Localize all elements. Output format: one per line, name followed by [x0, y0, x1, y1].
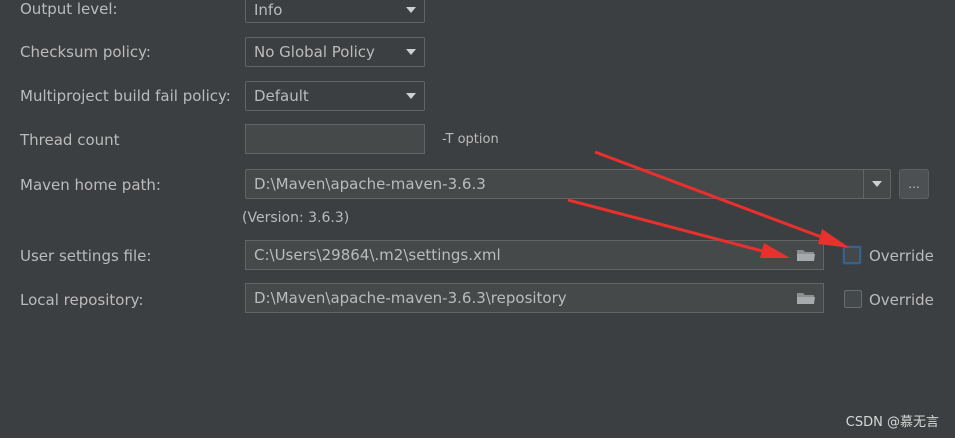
- user-settings-override-label[interactable]: Override: [869, 247, 934, 265]
- chevron-down-icon: [398, 82, 424, 110]
- checksum-policy-label: Checksum policy:: [20, 43, 151, 61]
- maven-version-text: (Version: 3.6.3): [242, 210, 350, 226]
- thread-count-hint: -T option: [442, 132, 499, 147]
- annotation-arrows: [567, 150, 850, 258]
- checksum-policy-value: No Global Policy: [254, 43, 375, 61]
- local-repository-value: D:\Maven\apache-maven-3.6.3\repository: [254, 289, 567, 307]
- checksum-policy-dropdown[interactable]: No Global Policy: [245, 37, 425, 67]
- multiproject-policy-value: Default: [254, 87, 309, 105]
- user-settings-override-checkbox[interactable]: [843, 246, 861, 264]
- maven-home-value: D:\Maven\apache-maven-3.6.3: [254, 175, 486, 193]
- thread-count-label: Thread count: [20, 131, 120, 149]
- user-settings-value: C:\Users\29864\.m2\settings.xml: [254, 246, 501, 264]
- thread-count-input[interactable]: [245, 124, 425, 154]
- local-repository-field[interactable]: D:\Maven\apache-maven-3.6.3\repository: [245, 283, 824, 313]
- maven-home-combobox[interactable]: D:\Maven\apache-maven-3.6.3: [245, 169, 891, 199]
- chevron-down-icon: [398, 38, 424, 66]
- folder-icon[interactable]: [789, 284, 823, 312]
- user-settings-field[interactable]: C:\Users\29864\.m2\settings.xml: [245, 240, 824, 270]
- local-repository-override-checkbox[interactable]: [844, 290, 862, 308]
- maven-settings-panel: Output level: Info Checksum policy: No G…: [0, 0, 955, 438]
- output-level-label: Output level:: [20, 0, 118, 18]
- folder-icon[interactable]: [789, 241, 823, 269]
- local-repository-override-label[interactable]: Override: [869, 291, 934, 309]
- multiproject-policy-label: Multiproject build fail policy:: [20, 87, 231, 105]
- local-repository-label: Local repository:: [20, 291, 144, 309]
- multiproject-policy-dropdown[interactable]: Default: [245, 81, 425, 111]
- chevron-down-icon[interactable]: [863, 170, 890, 198]
- browse-button[interactable]: ...: [899, 169, 929, 199]
- maven-home-label: Maven home path:: [20, 176, 161, 194]
- chevron-down-icon: [398, 0, 424, 22]
- output-level-value: Info: [254, 1, 283, 19]
- watermark: CSDN @慕无言: [845, 415, 939, 430]
- user-settings-label: User settings file:: [20, 247, 152, 265]
- output-level-dropdown[interactable]: Info: [245, 0, 425, 23]
